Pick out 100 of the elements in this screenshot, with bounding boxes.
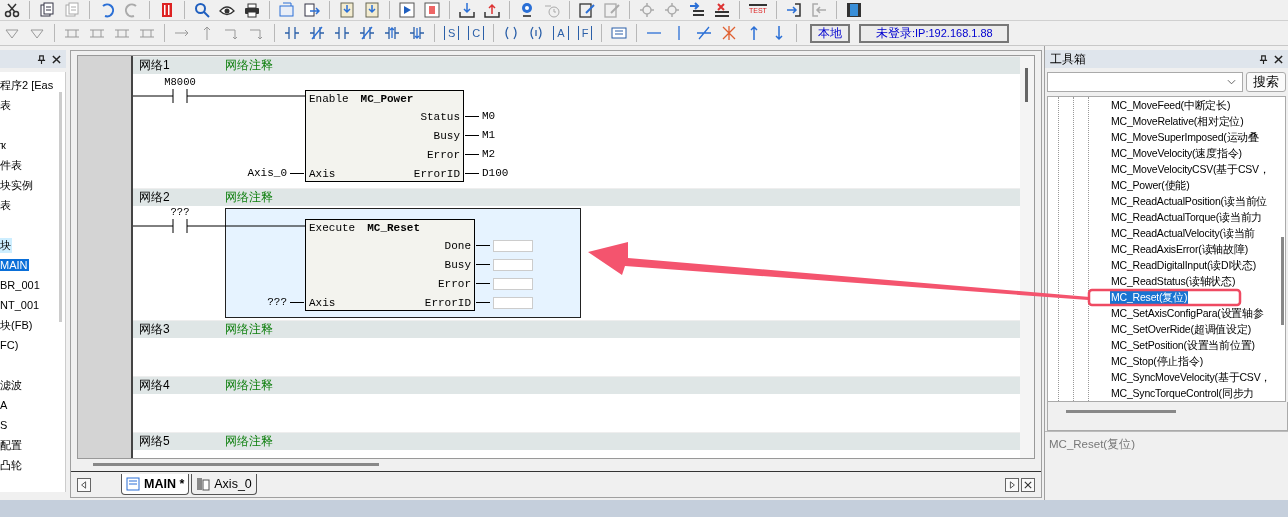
- contact-icon[interactable]: [309, 25, 325, 41]
- tree-item[interactable]: BR_001: [0, 279, 41, 291]
- network-comment[interactable]: 网络注释: [225, 433, 273, 450]
- tree-item[interactable]: MC_Stop(停止指令): [1110, 355, 1205, 369]
- page-icon[interactable]: [39, 2, 55, 18]
- tree-item[interactable]: MC_MoveFeed(中断定长): [1110, 99, 1232, 113]
- tree-item[interactable]: MC_ReadActualTorque(读当前力: [1110, 211, 1264, 225]
- search-icon[interactable]: [194, 2, 210, 18]
- card-icon[interactable]: [611, 25, 628, 41]
- tree-item[interactable]: MC_Reset(复位): [1110, 291, 1189, 305]
- tree-item[interactable]: MC_SetAxisConfigPara(设置轴参: [1110, 307, 1265, 321]
- function-block[interactable]: Enable MC_Power Status Busy Error Axis ErrorID: [305, 90, 464, 182]
- connection-status-button[interactable]: 未登录:IP:192.168.1.88: [859, 23, 1010, 43]
- caret-icon[interactable]: [1227, 79, 1236, 85]
- network-comment[interactable]: 网络注释: [225, 377, 273, 394]
- input-variable[interactable]: ???: [267, 295, 287, 309]
- tree-item[interactable]: 配置: [0, 437, 23, 453]
- network-comment[interactable]: 网络注释: [225, 189, 273, 206]
- download-icon[interactable]: [459, 2, 475, 18]
- scrollbar[interactable]: [1066, 410, 1176, 413]
- film-icon[interactable]: [845, 2, 862, 18]
- webcam-icon[interactable]: [519, 2, 535, 18]
- output-field[interactable]: [493, 297, 533, 309]
- scrollbar[interactable]: [59, 92, 62, 322]
- scrollbar[interactable]: [1281, 237, 1284, 325]
- insert-line-icon[interactable]: [689, 2, 705, 18]
- output-variable[interactable]: M2: [482, 147, 496, 161]
- tree-item[interactable]: 件表: [0, 157, 23, 173]
- scroll-left-icon[interactable]: [77, 477, 91, 492]
- stop-icon[interactable]: [424, 2, 440, 18]
- tree-item[interactable]: MC_ReadActualVelocity(读当前: [1110, 227, 1257, 241]
- tree-item[interactable]: 表: [0, 97, 12, 113]
- exit-icon[interactable]: [810, 2, 827, 18]
- tree-item[interactable]: ҡ: [0, 139, 7, 151]
- export-icon[interactable]: [304, 2, 320, 18]
- tree-item[interactable]: MC_SetOverRide(超调值设定): [1110, 323, 1253, 337]
- contact-label[interactable]: M8000: [163, 76, 197, 88]
- contact-icon[interactable]: [334, 25, 350, 41]
- editor-tab[interactable]: Axis_0: [191, 474, 257, 495]
- scissors-icon[interactable]: [4, 2, 20, 18]
- tree-item[interactable]: 块实例: [0, 177, 34, 193]
- pin-icon[interactable]: [37, 54, 46, 64]
- input-variable[interactable]: Axis_0: [247, 166, 287, 180]
- contact-icon[interactable]: [284, 25, 300, 41]
- tree-item[interactable]: NT_001: [0, 299, 41, 311]
- scroll-right-icon[interactable]: [1005, 477, 1019, 492]
- cross-icon[interactable]: [721, 25, 738, 41]
- printer-icon[interactable]: [244, 2, 260, 18]
- scrollbar[interactable]: [1020, 56, 1034, 458]
- tree-item[interactable]: 凸轮: [0, 457, 23, 473]
- output-variable[interactable]: D100: [482, 166, 509, 180]
- tree-item[interactable]: MC_MoveSuperImposed(运动叠: [1110, 131, 1261, 145]
- editor-tab[interactable]: MAIN *: [121, 474, 190, 495]
- pen-icon[interactable]: [579, 2, 595, 18]
- function-block[interactable]: Execute MC_Reset Done Busy Error Axis ErrorID: [305, 219, 475, 311]
- download-icon[interactable]: [339, 2, 355, 18]
- tree-item[interactable]: A: [0, 399, 9, 411]
- pin-icon[interactable]: [1259, 54, 1268, 64]
- tree-item[interactable]: MC_Power(使能): [1110, 179, 1191, 193]
- folder-icon[interactable]: [279, 2, 295, 18]
- contact-icon[interactable]: [359, 25, 375, 41]
- tree-item[interactable]: 块: [0, 237, 12, 253]
- contact-icon[interactable]: [409, 25, 425, 41]
- coil-icon[interactable]: [528, 25, 545, 41]
- contact-icon[interactable]: [384, 25, 400, 41]
- contact-label[interactable]: ???: [163, 206, 197, 218]
- search-combobox[interactable]: [1047, 72, 1243, 92]
- upload-icon[interactable]: [484, 2, 500, 18]
- tree-item[interactable]: MC_ReadDigitalInput(读DI状态): [1110, 259, 1258, 273]
- tree-item[interactable]: MAIN: [0, 259, 29, 271]
- search-button[interactable]: 搜索: [1246, 72, 1286, 92]
- network-comment[interactable]: 网络注释: [225, 321, 273, 338]
- output-field[interactable]: [493, 278, 533, 290]
- tree-item[interactable]: MC_ReadActualPosition(读当前位: [1110, 195, 1269, 209]
- tree-item[interactable]: MC_MoveVelocityCSV(基于CSV，: [1110, 163, 1271, 177]
- tree-item[interactable]: 表: [0, 197, 12, 213]
- slash-icon[interactable]: [696, 25, 713, 41]
- close-icon[interactable]: [1274, 54, 1283, 64]
- tree-item[interactable]: 滤波: [0, 377, 23, 393]
- output-variable[interactable]: M1: [482, 128, 496, 142]
- tree-item[interactable]: FC): [0, 339, 20, 351]
- tree-item[interactable]: 块(FB): [0, 317, 34, 333]
- delete-line-icon[interactable]: [714, 2, 730, 18]
- tree-item[interactable]: S: [0, 419, 9, 431]
- close-icon[interactable]: [52, 54, 61, 64]
- coil-icon[interactable]: [503, 25, 520, 41]
- tree-item[interactable]: MC_MoveRelative(相对定位): [1110, 115, 1245, 129]
- pen-icon[interactable]: [604, 2, 620, 18]
- tree-item[interactable]: MC_SetPosition(设置当前位置): [1110, 339, 1256, 353]
- network-comment[interactable]: 网络注释: [225, 57, 273, 74]
- tree-item[interactable]: MC_ReadAxisError(读轴故障): [1110, 243, 1250, 257]
- output-field[interactable]: [493, 259, 533, 271]
- delete-icon[interactable]: [159, 2, 175, 18]
- output-variable[interactable]: M0: [482, 109, 496, 123]
- tree-item[interactable]: 程序2 [Eas: [0, 77, 55, 93]
- download-icon[interactable]: [364, 2, 380, 18]
- enter-icon[interactable]: [785, 2, 802, 18]
- local-mode-button[interactable]: 本地: [810, 23, 851, 43]
- scrollbar[interactable]: [93, 463, 379, 466]
- tree-item[interactable]: MC_SyncTorqueControl(同步力: [1110, 387, 1256, 401]
